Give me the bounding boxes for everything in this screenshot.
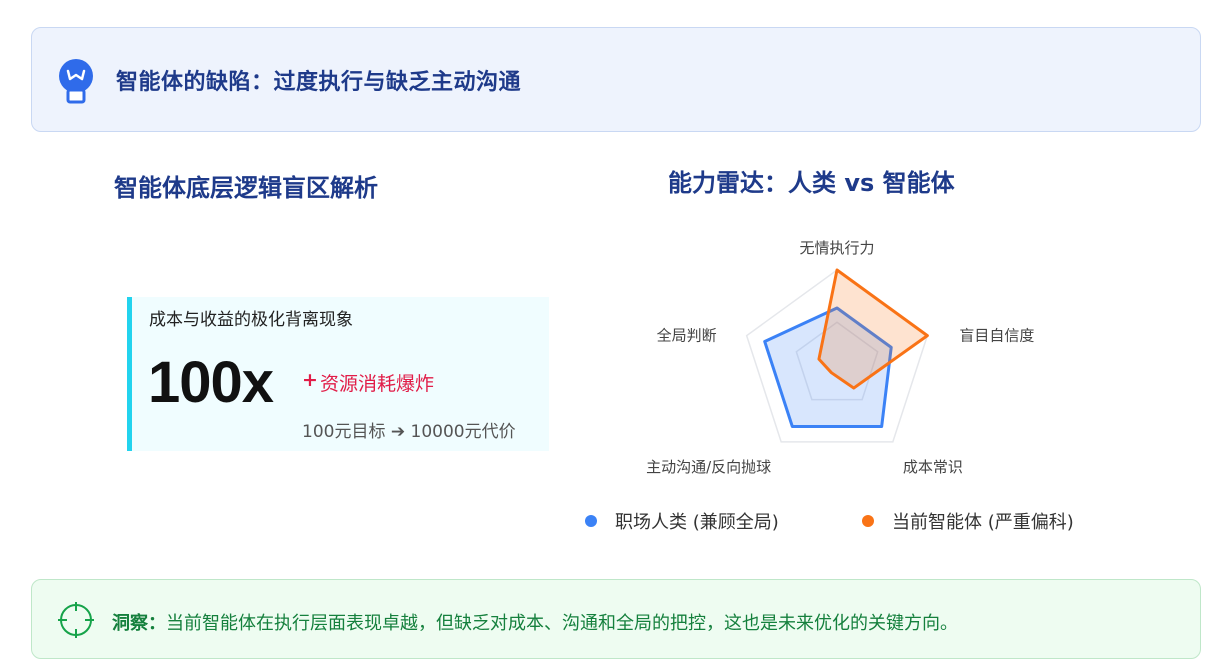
lightbulb-icon xyxy=(59,59,93,104)
stat-label: 成本与收益的极化背离现象 xyxy=(149,310,353,330)
legend-item-agent: 当前智能体 (严重偏科) xyxy=(862,508,1074,533)
stat-value: 100x xyxy=(148,350,274,415)
title-banner: 智能体的缺陷：过度执行与缺乏主动沟通 xyxy=(31,27,1201,132)
banner-title: 智能体的缺陷：过度执行与缺乏主动沟通 xyxy=(116,70,522,95)
insight-box: 洞察：当前智能体在执行层面表现卓越，但缺乏对成本、沟通和全局的把控，这也是未来优… xyxy=(31,579,1201,659)
radar-series-1 xyxy=(817,268,929,390)
stat-highlight: 资源消耗爆炸 xyxy=(320,373,435,395)
legend-dot-agent xyxy=(862,515,874,527)
radar-axis-label-0: 无情执行力 xyxy=(799,239,874,257)
legend-label-human: 职场人类 (兼顾全局) xyxy=(615,512,779,533)
plus-sign: + xyxy=(302,369,318,391)
insight-prefix: 洞察： xyxy=(112,613,166,634)
radar-axis-label-3: 主动沟通/反向抛球 xyxy=(646,458,771,476)
analysis-heading: 智能体底层逻辑盲区解析 xyxy=(114,174,378,202)
radar-axis-label-2: 成本常识 xyxy=(903,458,963,476)
radar-axis-label-4: 全局判断 xyxy=(657,327,717,345)
legend-dot-human xyxy=(585,515,597,527)
radar-chart: 无情执行力盲目自信度成本常识 主动沟通/反向抛球 全局判断 xyxy=(646,239,1034,476)
stat-card: 成本与收益的极化背离现象 100x + 资源消耗爆炸 100元目标 ➔ 1000… xyxy=(127,297,549,451)
stat-subtext: 100元目标 ➔ 10000元代价 xyxy=(302,422,516,442)
legend-item-human: 职场人类 (兼顾全局) xyxy=(585,508,779,533)
insight-body: 当前智能体在执行层面表现卓越，但缺乏对成本、沟通和全局的把控，这也是未来优化的关… xyxy=(166,613,958,634)
insight-text: 洞察：当前智能体在执行层面表现卓越，但缺乏对成本、沟通和全局的把控，这也是未来优… xyxy=(112,609,958,635)
radar-axis-label-1: 盲目自信度 xyxy=(959,327,1034,345)
crosshair-icon xyxy=(58,602,94,638)
legend-label-agent: 当前智能体 (严重偏科) xyxy=(892,512,1074,533)
radar-heading: 能力雷达：人类 vs 智能体 xyxy=(668,169,955,197)
